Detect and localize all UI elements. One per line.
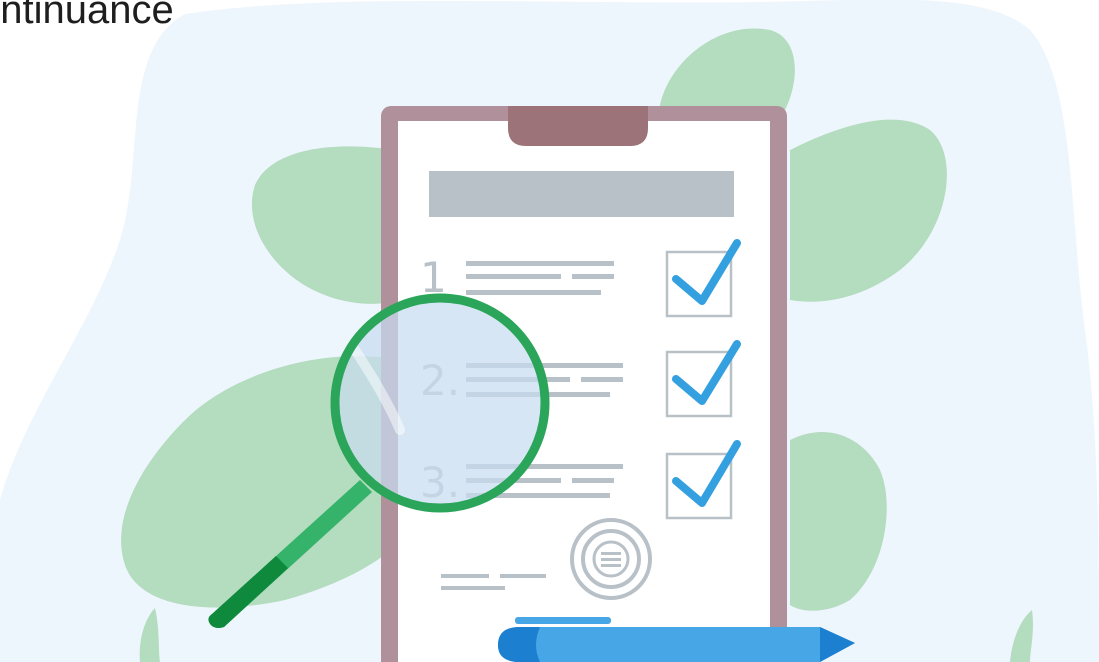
- pen-clip: [515, 617, 611, 624]
- illustration-stage: ontinuance. 1: [0, 0, 1099, 662]
- pen-body: [498, 627, 855, 662]
- clipboard-clip: [508, 106, 648, 146]
- stamp-seal-icon: [570, 518, 652, 600]
- checklist-illustration: 1 2. 3.: [0, 0, 1099, 662]
- header-bar: [429, 171, 734, 217]
